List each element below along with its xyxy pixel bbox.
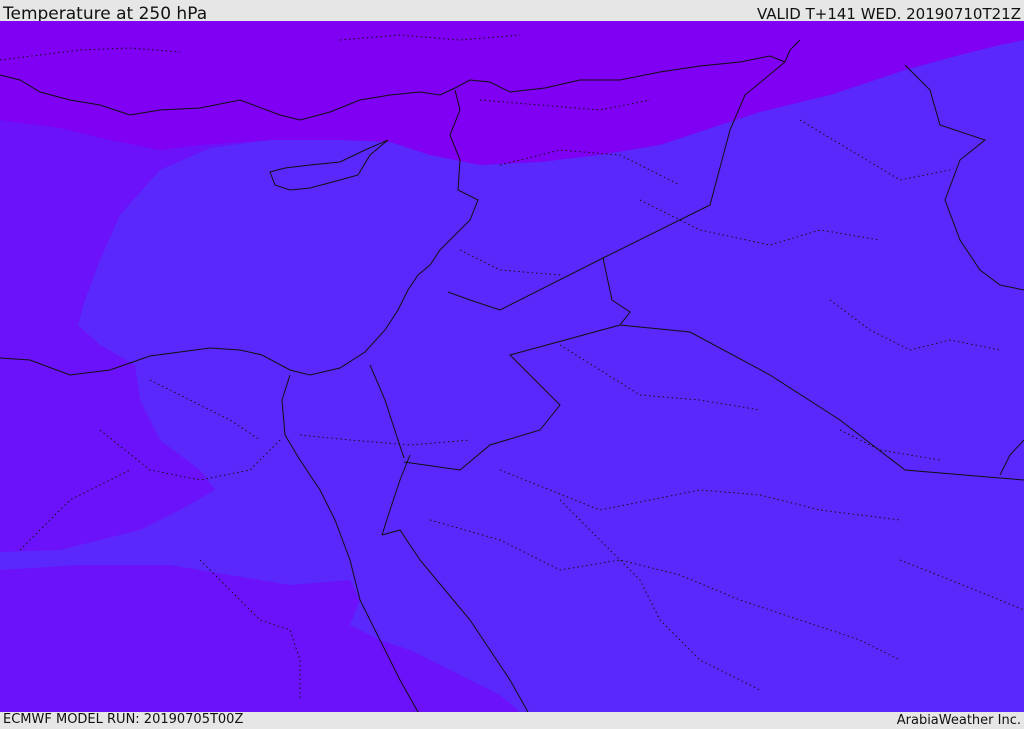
map-figure: Temperature at 250 hPa VALID T+141 WED. …: [0, 0, 1024, 729]
model-run-label: ECMWF MODEL RUN: 20190705T00Z: [3, 712, 244, 727]
valid-time-label: VALID T+141 WED. 20190710T21Z: [756, 5, 1021, 23]
header-bar: Temperature at 250 hPa VALID T+141 WED. …: [0, 0, 1024, 23]
footer-bar: ECMWF MODEL RUN: 20190705T00Z ArabiaWeat…: [0, 712, 1024, 729]
temperature-map: [0, 21, 1024, 712]
credit-label: ArabiaWeather Inc.: [896, 713, 1021, 728]
